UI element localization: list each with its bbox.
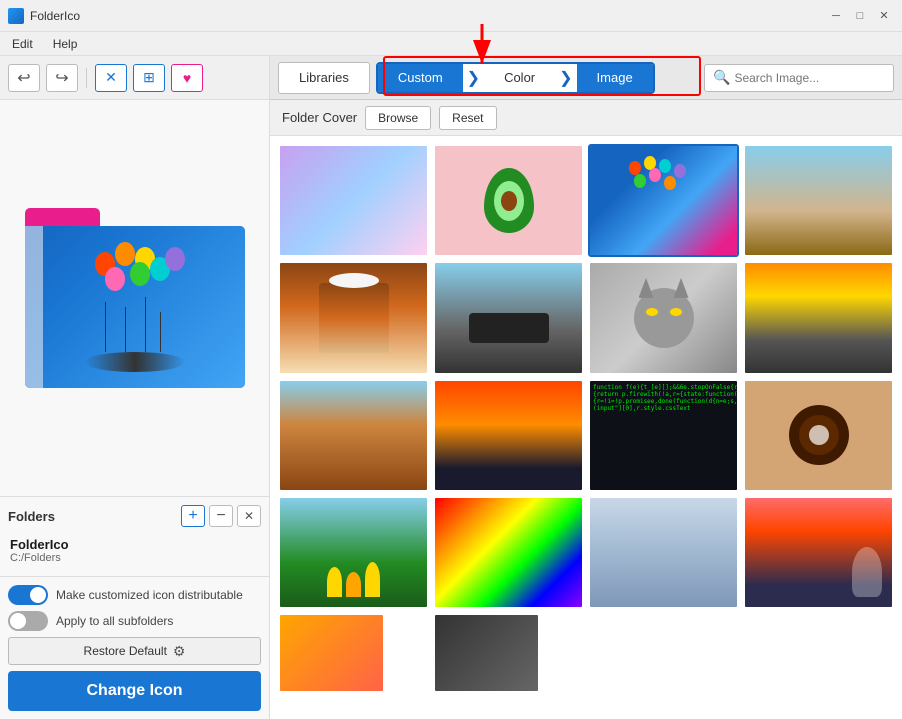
- folder-stripe: [25, 226, 43, 388]
- right-panel: Libraries Custom ❯ Color ❯ Image 🔍 Folde…: [270, 56, 902, 719]
- close-folder-button[interactable]: ✕: [237, 505, 261, 527]
- distribute-label: Make customized icon distributable: [56, 588, 243, 602]
- tab-image[interactable]: Image: [577, 64, 653, 92]
- left-panel: ↩ ↪ ✕ ⊞ ♥: [0, 56, 270, 719]
- list-item[interactable]: [743, 496, 894, 609]
- restore-label: Restore Default: [84, 644, 167, 658]
- list-item[interactable]: [743, 144, 894, 257]
- distribute-toggle[interactable]: [8, 585, 48, 605]
- bottom-controls: Make customized icon distributable Apply…: [0, 576, 269, 719]
- top-nav: Libraries Custom ❯ Color ❯ Image 🔍: [270, 56, 902, 100]
- list-item[interactable]: [433, 261, 584, 374]
- minimize-button[interactable]: ─: [826, 6, 846, 26]
- list-item[interactable]: [588, 496, 739, 609]
- list-item[interactable]: [743, 379, 894, 492]
- list-item[interactable]: [278, 379, 429, 492]
- list-item[interactable]: [588, 144, 739, 257]
- window-controls: ─ □ ✕: [826, 6, 894, 26]
- main-container: ↩ ↪ ✕ ⊞ ♥: [0, 56, 902, 719]
- folder-body: [25, 226, 245, 388]
- list-item[interactable]: [433, 613, 540, 693]
- search-box: 🔍: [704, 64, 894, 92]
- remove-folder-button[interactable]: −: [209, 505, 233, 527]
- list-item[interactable]: [278, 496, 429, 609]
- maximize-button[interactable]: □: [850, 6, 870, 26]
- reset-button[interactable]: Reset: [439, 106, 496, 130]
- search-icon: 🔍: [713, 69, 730, 86]
- folder-cover-label: Folder Cover: [282, 110, 357, 125]
- redo-button[interactable]: ↪: [46, 64, 78, 92]
- close-button[interactable]: ✕: [874, 6, 894, 26]
- toolbar: ↩ ↪ ✕ ⊞ ♥: [0, 56, 269, 100]
- list-item[interactable]: [278, 261, 429, 374]
- folder-path: C:/Folders: [10, 552, 259, 564]
- title-bar: FolderIco ─ □ ✕: [0, 0, 902, 32]
- folders-title: Folders: [8, 509, 55, 524]
- tab-color[interactable]: Color: [484, 64, 555, 92]
- change-icon-button[interactable]: Change Icon: [8, 671, 261, 711]
- folder-preview: [25, 208, 245, 388]
- menu-help[interactable]: Help: [49, 35, 82, 53]
- tab-arrow-1: ❯: [463, 64, 484, 92]
- app-icon: [8, 8, 24, 24]
- list-item[interactable]: [278, 613, 385, 693]
- browse-button[interactable]: Browse: [365, 106, 431, 130]
- list-item[interactable]: [278, 144, 429, 257]
- subfolders-label: Apply to all subfolders: [56, 614, 173, 628]
- list-item[interactable]: function f(e){t_[e][];&&6e.stopOnFalse{r…: [588, 379, 739, 492]
- image-button[interactable]: ⊞: [133, 64, 165, 92]
- tab-custom[interactable]: Custom: [378, 64, 463, 92]
- list-item[interactable]: [588, 261, 739, 374]
- right-panel-inner: function f(e){t_[e][];&&6e.stopOnFalse{r…: [270, 136, 902, 719]
- toggle-row-subfolders: Apply to all subfolders: [8, 611, 261, 631]
- nav-tabs: Custom ❯ Color ❯ Image: [376, 62, 655, 94]
- image-grid-container: function f(e){t_[e][];&&6e.stopOnFalse{r…: [270, 136, 902, 719]
- toggle-row-distribute: Make customized icon distributable: [8, 585, 261, 605]
- add-folder-button[interactable]: +: [181, 505, 205, 527]
- search-input[interactable]: [734, 71, 885, 85]
- toolbar-separator: [86, 68, 87, 88]
- folder-cover-bar: Folder Cover Browse Reset: [270, 100, 902, 136]
- image-grid: function f(e){t_[e][];&&6e.stopOnFalse{r…: [270, 136, 902, 701]
- app-title: FolderIco: [30, 9, 80, 23]
- folder-name: FolderIco: [10, 537, 259, 552]
- favorite-button[interactable]: ♥: [171, 64, 203, 92]
- preview-area: [0, 100, 269, 496]
- folders-controls: + − ✕: [181, 505, 261, 527]
- libraries-button[interactable]: Libraries: [278, 62, 370, 94]
- restore-default-button[interactable]: Restore Default ⚙: [8, 637, 261, 665]
- folders-section: Folders + − ✕ FolderIco C:/Folders: [0, 496, 269, 576]
- tab-arrow-2: ❯: [555, 64, 576, 92]
- menu-edit[interactable]: Edit: [8, 35, 37, 53]
- list-item[interactable]: [433, 379, 584, 492]
- list-item[interactable]: [433, 144, 584, 257]
- balloons-image: [75, 242, 195, 372]
- list-item[interactable]: [743, 261, 894, 374]
- list-item[interactable]: [433, 496, 584, 609]
- folder-list-item[interactable]: FolderIco C:/Folders: [8, 533, 261, 568]
- undo-button[interactable]: ↩: [8, 64, 40, 92]
- gear-icon: ⚙: [173, 643, 186, 660]
- clear-button[interactable]: ✕: [95, 64, 127, 92]
- subfolders-toggle[interactable]: [8, 611, 48, 631]
- menu-bar: Edit Help: [0, 32, 902, 56]
